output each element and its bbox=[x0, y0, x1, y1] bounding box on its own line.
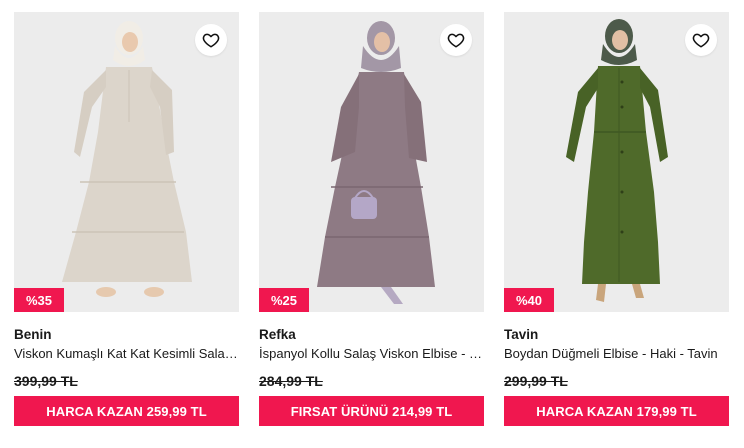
product-card[interactable]: %25 Refka İspanyol Kollu Salaş Viskon El… bbox=[259, 12, 484, 426]
product-title[interactable]: İspanyol Kollu Salaş Viskon Elbise - Lil… bbox=[259, 345, 484, 363]
old-price: 399,99 TL bbox=[14, 373, 78, 389]
product-photo bbox=[259, 12, 484, 312]
heart-outline-icon bbox=[692, 33, 710, 48]
product-title[interactable]: Viskon Kumaşlı Kat Kat Kesimli Salaş Elb… bbox=[14, 345, 239, 363]
product-photo bbox=[14, 12, 239, 312]
product-grid: %35 Benin Viskon Kumaşlı Kat Kat Kesimli… bbox=[14, 12, 729, 426]
price-cta-button[interactable]: FIRSAT ÜRÜNÜ 214,99 TL bbox=[259, 396, 484, 426]
discount-badge: %25 bbox=[259, 288, 310, 312]
product-image[interactable]: %40 bbox=[504, 12, 729, 312]
heart-outline-icon bbox=[202, 33, 220, 48]
product-brand[interactable]: Benin bbox=[14, 326, 239, 343]
product-card[interactable]: %40 Tavin Boydan Düğmeli Elbise - Haki -… bbox=[504, 12, 729, 426]
price-cta-button[interactable]: HARCA KAZAN 259,99 TL bbox=[14, 396, 239, 426]
product-card[interactable]: %35 Benin Viskon Kumaşlı Kat Kat Kesimli… bbox=[14, 12, 239, 426]
favorite-button[interactable] bbox=[685, 24, 717, 56]
old-price: 284,99 TL bbox=[259, 373, 323, 389]
product-brand[interactable]: Refka bbox=[259, 326, 484, 343]
favorite-button[interactable] bbox=[195, 24, 227, 56]
discount-badge: %40 bbox=[504, 288, 555, 312]
product-image[interactable]: %25 bbox=[259, 12, 484, 312]
product-image[interactable]: %35 bbox=[14, 12, 239, 312]
favorite-button[interactable] bbox=[440, 24, 472, 56]
product-brand[interactable]: Tavin bbox=[504, 326, 729, 343]
heart-outline-icon bbox=[447, 33, 465, 48]
discount-badge: %35 bbox=[14, 288, 65, 312]
price-cta-button[interactable]: HARCA KAZAN 179,99 TL bbox=[504, 396, 729, 426]
product-title[interactable]: Boydan Düğmeli Elbise - Haki - Tavin bbox=[504, 345, 729, 363]
old-price: 299,99 TL bbox=[504, 373, 568, 389]
product-photo bbox=[504, 12, 729, 312]
